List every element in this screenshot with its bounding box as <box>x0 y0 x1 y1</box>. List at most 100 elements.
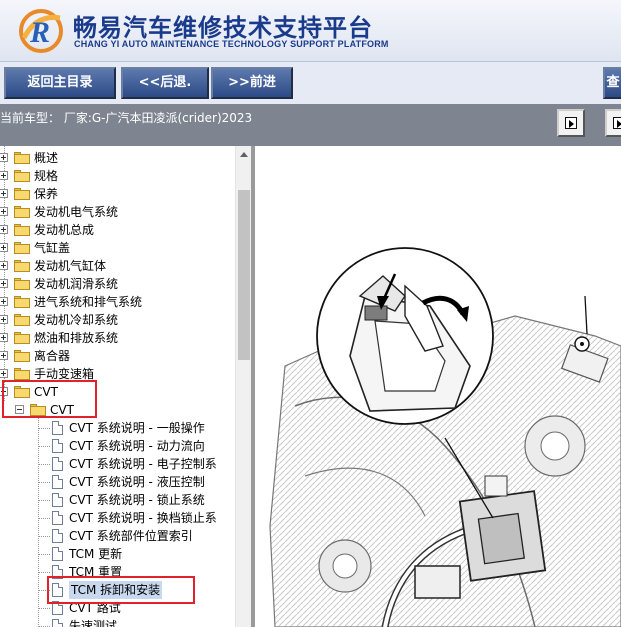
tree-item[interactable]: 概述 <box>0 149 235 167</box>
expand-icon[interactable] <box>0 351 8 360</box>
current-model-text: 当前车型： 厂家:G-广汽本田凌派(crider)2023 <box>0 111 253 125</box>
cvt-highlight-box <box>2 380 97 418</box>
document-icon <box>52 457 63 471</box>
tree-doc-label: CVT 系统说明 - 液压控制 <box>69 475 205 489</box>
folder-icon <box>14 242 30 254</box>
folder-icon <box>14 170 30 182</box>
folder-icon <box>14 368 30 380</box>
folder-icon <box>14 296 30 308</box>
expand-icon[interactable] <box>0 189 8 198</box>
tree-item-label: 进气系统和排气系统 <box>34 295 143 309</box>
expand-icon[interactable] <box>0 333 8 342</box>
forward-button[interactable]: >>前进 <box>211 67 293 99</box>
tree-scrollbar[interactable] <box>235 146 251 627</box>
tree-item-label: 发动机润滑系统 <box>34 277 119 291</box>
tree-item-label: 概述 <box>34 151 59 165</box>
tree-item[interactable]: 燃油和排放系统 <box>0 329 235 347</box>
tree-doc[interactable]: CVT 系统说明 - 锁止系统 <box>0 491 235 509</box>
document-icon <box>52 421 63 435</box>
tree-doc-label: CVT 系统部件位置索引 <box>69 529 193 543</box>
folder-icon <box>14 278 30 290</box>
tree-doc[interactable]: CVT 系统说明 - 电子控制系 <box>0 455 235 473</box>
expand-icon[interactable] <box>0 279 8 288</box>
tree-item-label: 保养 <box>34 187 59 201</box>
expand-icon[interactable] <box>0 369 8 378</box>
folder-icon <box>14 314 30 326</box>
tree-item-label: 燃油和排放系统 <box>34 331 119 345</box>
tcm-removal-highlight-box <box>47 576 195 604</box>
scrollbar-thumb[interactable] <box>238 190 250 360</box>
folder-icon <box>14 350 30 362</box>
tree-item-label: 规格 <box>34 169 59 183</box>
document-icon <box>52 475 63 489</box>
back-button[interactable]: <<后退. <box>121 67 209 99</box>
tree-doc[interactable]: CVT 系统部件位置索引 <box>0 527 235 545</box>
tree-doc-label: CVT 系统说明 - 一般操作 <box>69 421 205 435</box>
tree-doc[interactable]: CVT 系统说明 - 动力流向 <box>0 437 235 455</box>
svg-text:R: R <box>29 16 50 49</box>
tree-item[interactable]: 发动机电气系统 <box>0 203 235 221</box>
tree-doc[interactable]: CVT 系统说明 - 一般操作 <box>0 419 235 437</box>
diagram-viewer <box>255 146 621 627</box>
tree-doc-label: 失速测试 <box>69 619 118 627</box>
folder-icon <box>14 332 30 344</box>
tree-item-label: 发动机电气系统 <box>34 205 119 219</box>
tree-item-label: 发动机气缸体 <box>34 259 107 273</box>
tree-doc-label: CVT 系统说明 - 电子控制系 <box>69 457 217 471</box>
next-page-button[interactable] <box>557 109 585 137</box>
scroll-up-icon[interactable] <box>240 152 248 157</box>
tree-item[interactable]: 规格 <box>0 167 235 185</box>
tree-item[interactable]: 发动机气缸体 <box>0 257 235 275</box>
expand-icon[interactable] <box>0 315 8 324</box>
document-icon <box>52 619 63 627</box>
tree-doc-label: CVT 系统说明 - 动力流向 <box>69 439 205 453</box>
tree-item[interactable]: 发动机总成 <box>0 221 235 239</box>
tree-item-label: 离合器 <box>34 349 71 363</box>
expand-icon[interactable] <box>0 153 8 162</box>
last-arrow-icon <box>613 117 621 129</box>
last-page-button[interactable] <box>605 109 621 137</box>
tree-item[interactable]: 发动机润滑系统 <box>0 275 235 293</box>
tree-doc-label: CVT 系统说明 - 锁止系统 <box>69 493 205 507</box>
expand-icon[interactable] <box>0 207 8 216</box>
document-icon <box>52 511 63 525</box>
document-icon <box>52 547 63 561</box>
next-arrow-icon <box>565 117 577 129</box>
home-button[interactable]: 返回主目录 <box>4 67 116 99</box>
platform-subtitle: CHANG YI AUTO MAINTENANCE TECHNOLOGY SUP… <box>74 39 389 49</box>
document-icon <box>52 529 63 543</box>
tree-doc[interactable]: 失速测试 <box>0 617 235 627</box>
tree-doc[interactable]: CVT 系统说明 - 液压控制 <box>0 473 235 491</box>
car-model-bar: 当前车型： 厂家:G-广汽本田凌派(crider)2023 <box>0 104 621 146</box>
tree-doc-label: CVT 系统说明 - 换档锁止系 <box>69 511 217 525</box>
folder-icon <box>14 260 30 272</box>
tree-item[interactable]: 发动机冷却系统 <box>0 311 235 329</box>
search-button[interactable]: 查 <box>603 67 621 99</box>
tree-doc[interactable]: CVT 系统说明 - 换档锁止系 <box>0 509 235 527</box>
expand-icon[interactable] <box>0 297 8 306</box>
tree-item-label: 发动机总成 <box>34 223 95 237</box>
tcm-removal-illustration <box>269 247 621 627</box>
expand-icon[interactable] <box>0 261 8 270</box>
tree-doc[interactable]: TCM 更新 <box>0 545 235 563</box>
folder-icon <box>14 224 30 236</box>
expand-icon[interactable] <box>0 243 8 252</box>
expand-icon[interactable] <box>0 171 8 180</box>
platform-title: 畅易汽车维修技术支持平台 <box>73 14 373 42</box>
tree-item-label: 气缸盖 <box>34 241 71 255</box>
platform-logo-icon: R <box>19 9 63 53</box>
app-header: R 畅易汽车维修技术支持平台 CHANG YI AUTO MAINTENANCE… <box>0 0 621 62</box>
toolbar: 返回主目录 <<后退. >>前进 查 <box>0 62 621 104</box>
tree-item[interactable]: 离合器 <box>0 347 235 365</box>
tree-item[interactable]: 保养 <box>0 185 235 203</box>
expand-icon[interactable] <box>0 225 8 234</box>
tree-item-label: 发动机冷却系统 <box>34 313 119 327</box>
folder-icon <box>14 188 30 200</box>
document-icon <box>52 439 63 453</box>
folder-icon <box>14 206 30 218</box>
tree-doc-label: TCM 更新 <box>69 547 123 561</box>
document-icon <box>52 493 63 507</box>
tree-item[interactable]: 气缸盖 <box>0 239 235 257</box>
folder-icon <box>14 152 30 164</box>
tree-item[interactable]: 进气系统和排气系统 <box>0 293 235 311</box>
